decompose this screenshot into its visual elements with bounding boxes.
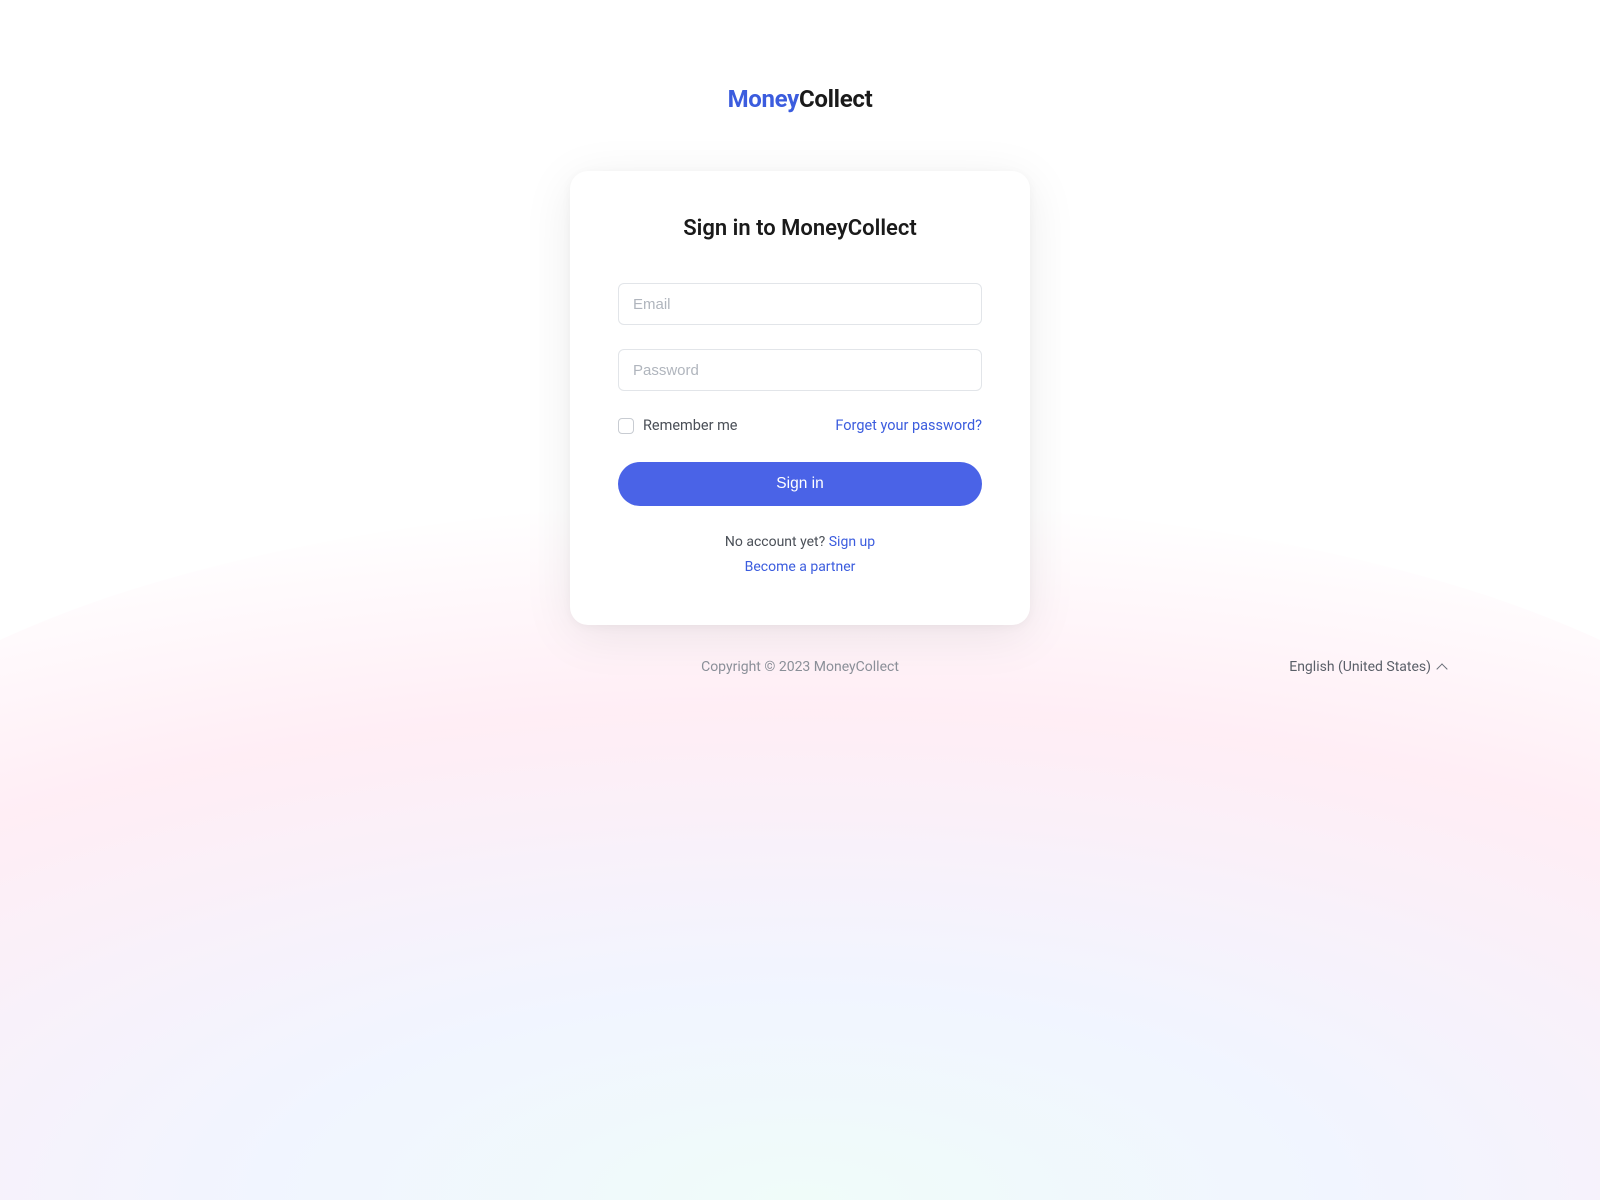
email-field[interactable] bbox=[618, 283, 982, 325]
language-label: English (United States) bbox=[1289, 659, 1431, 675]
password-field[interactable] bbox=[618, 349, 982, 391]
card-title: Sign in to MoneyCollect bbox=[618, 216, 982, 241]
footer: Copyright © 2023 MoneyCollect English (U… bbox=[0, 659, 1600, 675]
signin-card: Sign in to MoneyCollect Remember me Forg… bbox=[570, 171, 1030, 625]
signup-row: No account yet? Sign up bbox=[618, 534, 982, 550]
brand-logo-part1: Money bbox=[728, 85, 799, 113]
page-container: MoneyCollect Sign in to MoneyCollect Rem… bbox=[0, 0, 1600, 900]
remember-label: Remember me bbox=[643, 417, 738, 434]
brand-logo: MoneyCollect bbox=[728, 85, 873, 113]
no-account-text: No account yet? bbox=[725, 534, 829, 550]
become-partner-link[interactable]: Become a partner bbox=[745, 559, 856, 575]
signup-link[interactable]: Sign up bbox=[829, 534, 875, 550]
brand-logo-part2: Collect bbox=[799, 85, 872, 113]
options-row: Remember me Forget your password? bbox=[618, 417, 982, 434]
remember-me[interactable]: Remember me bbox=[618, 417, 738, 434]
forgot-password-link[interactable]: Forget your password? bbox=[835, 417, 982, 434]
remember-checkbox[interactable] bbox=[618, 418, 634, 434]
signin-button[interactable]: Sign in bbox=[618, 462, 982, 506]
partner-row: Become a partner bbox=[618, 556, 982, 575]
copyright-text: Copyright © 2023 MoneyCollect bbox=[701, 659, 899, 675]
chevron-up-icon bbox=[1436, 663, 1447, 674]
language-selector[interactable]: English (United States) bbox=[1289, 659, 1446, 675]
